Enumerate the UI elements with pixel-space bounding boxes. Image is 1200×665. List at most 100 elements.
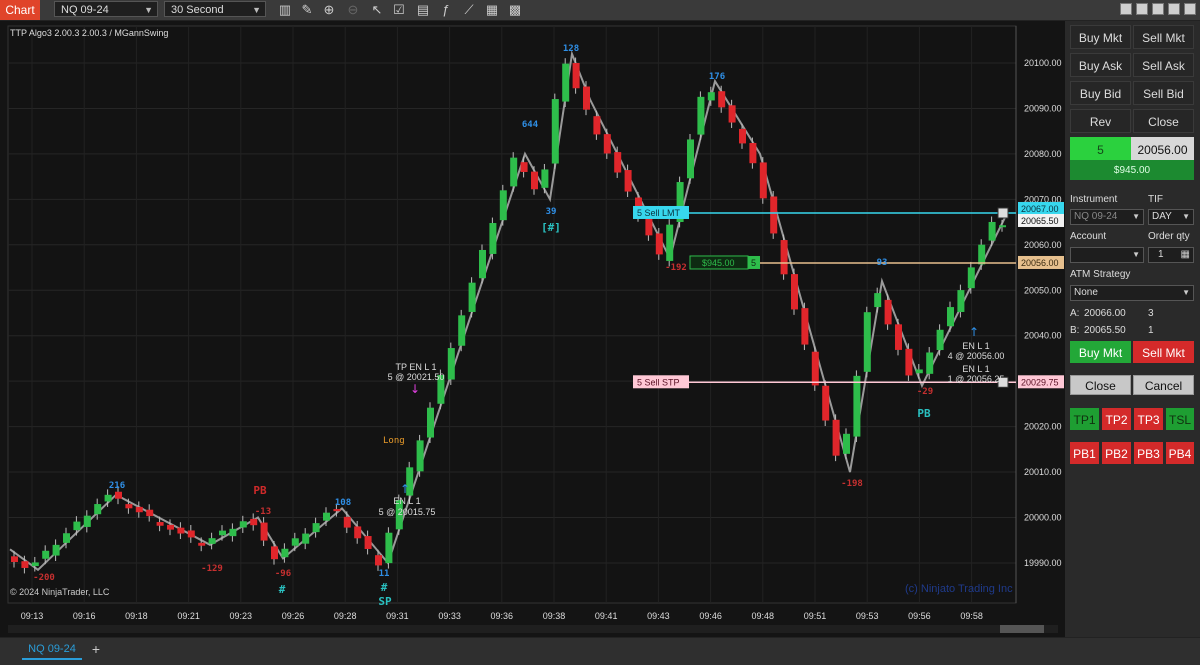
account-dropdown[interactable]: ▼ xyxy=(1070,247,1144,263)
add-tab-icon[interactable]: + xyxy=(88,640,104,658)
zoom-out-icon[interactable]: ⊖ xyxy=(344,1,362,19)
data-box-icon[interactable]: ▤ xyxy=(414,1,432,19)
instrument-dropdown[interactable]: NQ 09-24 ▼ xyxy=(1070,209,1144,225)
indicators-icon[interactable]: ƒ xyxy=(437,1,455,19)
y-tick-label: 20050.00 xyxy=(1024,285,1062,295)
swing-label-high: 644 xyxy=(522,120,539,130)
pnl-qty-label: 5 xyxy=(751,258,756,268)
pb1-button[interactable]: PB1 xyxy=(1070,442,1099,464)
candle-body xyxy=(936,329,944,351)
cancel-button[interactable]: Cancel xyxy=(1133,375,1194,395)
candle-body xyxy=(354,526,362,539)
pb2-button[interactable]: PB2 xyxy=(1102,442,1131,464)
candle-body xyxy=(780,240,788,275)
scrollbar-track xyxy=(8,625,1058,633)
hash-marker: # xyxy=(381,581,388,594)
restore-icon[interactable] xyxy=(1136,3,1148,15)
templates-icon[interactable]: ▦ xyxy=(483,1,501,19)
close-button[interactable]: Close xyxy=(1070,375,1131,395)
trade-label-fill: 5 @ 20015.75 xyxy=(379,507,436,517)
chevron-down-icon: ▼ xyxy=(144,5,153,15)
buy-market-button[interactable]: Buy Mkt xyxy=(1070,25,1131,49)
candle-body xyxy=(42,550,50,559)
pencil-icon[interactable]: ✎ xyxy=(298,1,316,19)
zoom-in-icon[interactable]: ⊕ xyxy=(320,1,338,19)
close-position-button[interactable]: Close xyxy=(1133,109,1194,133)
strategies-icon[interactable]: ⟋ xyxy=(460,1,478,19)
bars-icon[interactable]: ▥ xyxy=(276,1,294,19)
sell-market-button-2[interactable]: Sell Mkt xyxy=(1133,341,1194,363)
pb4-button[interactable]: PB4 xyxy=(1166,442,1194,464)
candle-body xyxy=(73,521,81,531)
tif-dropdown[interactable]: DAY ▼ xyxy=(1148,209,1194,225)
cursor-icon[interactable]: ↖ xyxy=(368,1,386,19)
candle-body xyxy=(791,274,798,310)
interval-selector[interactable]: 30 Second ▼ xyxy=(164,1,266,17)
candle-body xyxy=(707,92,715,101)
swing-label-high: 108 xyxy=(335,498,351,508)
price-chart[interactable]: 20100.0020090.0020080.0020070.0020060.00… xyxy=(0,21,1065,637)
tp1-button[interactable]: TP1 xyxy=(1070,408,1099,430)
scrollbar-thumb xyxy=(1000,625,1044,633)
candle-body xyxy=(801,308,809,345)
account-label: Account xyxy=(1070,231,1107,242)
candle-body xyxy=(427,407,434,438)
candle-body xyxy=(562,63,570,102)
chart-tab[interactable]: Chart xyxy=(0,0,40,20)
calculator-icon[interactable]: ▦ xyxy=(1181,248,1190,262)
atm-strategy-dropdown[interactable]: None ▼ xyxy=(1070,285,1194,301)
tile-icon[interactable] xyxy=(1120,3,1132,15)
buy-market-button-2[interactable]: Buy Mkt xyxy=(1070,341,1131,363)
candle-body xyxy=(281,548,289,558)
tsl-button[interactable]: TSL xyxy=(1166,408,1194,430)
candle-body xyxy=(947,307,954,327)
tp2-button[interactable]: TP2 xyxy=(1102,408,1131,430)
tag-sell-limit: 20065.50 xyxy=(1021,216,1059,226)
candle-body xyxy=(83,515,91,527)
chart-area[interactable]: 20100.00 20090.00 20080.00 20070.00 20060.00… xyxy=(0,21,1065,637)
candle-body xyxy=(167,524,174,530)
y-tick-label: 20000.00 xyxy=(1024,513,1062,523)
maximize-icon[interactable] xyxy=(1168,3,1180,15)
close-icon[interactable] xyxy=(1184,3,1196,15)
swing-label-low: -192 xyxy=(665,263,687,273)
indicator-title: TTP Algo3 2.00.3 2.00.3 / MGannSwing xyxy=(10,28,169,38)
instrument-selector[interactable]: NQ 09-24 ▼ xyxy=(54,1,158,17)
order-qty-input[interactable]: 1 ▦ xyxy=(1148,247,1194,263)
pb3-button[interactable]: PB3 xyxy=(1134,442,1163,464)
candle-body xyxy=(416,440,424,472)
chart-tab-instrument[interactable]: NQ 09-24 xyxy=(22,640,82,660)
candle-body xyxy=(749,142,757,164)
sell-limit-close-icon xyxy=(997,207,1009,219)
pb-marker: PB xyxy=(917,407,931,420)
candle-body xyxy=(21,561,29,568)
buy-bid-button[interactable]: Buy Bid xyxy=(1070,81,1131,105)
candle-body xyxy=(52,544,60,556)
candle-body xyxy=(104,494,112,502)
tp3-button[interactable]: TP3 xyxy=(1134,408,1163,430)
tag-sell-stop: 20029.75 xyxy=(1021,377,1059,387)
candle-body xyxy=(499,190,507,221)
candle-body xyxy=(988,221,996,241)
x-tick-label: 09:41 xyxy=(595,611,618,621)
x-tick-label: 09:23 xyxy=(230,611,253,621)
buy-ask-button[interactable]: Buy Ask xyxy=(1070,53,1131,77)
sell-bid-button[interactable]: Sell Bid xyxy=(1133,81,1194,105)
trade-label-title: EN L 1 xyxy=(962,364,989,374)
minimize-icon[interactable] xyxy=(1152,3,1164,15)
x-tick-label: 09:46 xyxy=(699,611,722,621)
sell-market-button[interactable]: Sell Mkt xyxy=(1133,25,1194,49)
grid-icon[interactable]: ▩ xyxy=(506,1,524,19)
reverse-button[interactable]: Rev xyxy=(1070,109,1131,133)
x-tick-label: 09:28 xyxy=(334,611,357,621)
swing-label-low: -200 xyxy=(33,573,55,583)
candle-body xyxy=(822,385,830,421)
entry-arrow-icon: ↑ xyxy=(400,482,410,496)
sell-ask-button[interactable]: Sell Ask xyxy=(1133,53,1194,77)
swing-label-low: -96 xyxy=(275,569,291,579)
tag-position: 20056.00 xyxy=(1021,258,1059,268)
x-tick-label: 09:18 xyxy=(125,611,148,621)
properties-icon[interactable]: ☑ xyxy=(390,1,408,19)
b-label: B: xyxy=(1070,325,1080,336)
candle-body xyxy=(874,293,882,308)
